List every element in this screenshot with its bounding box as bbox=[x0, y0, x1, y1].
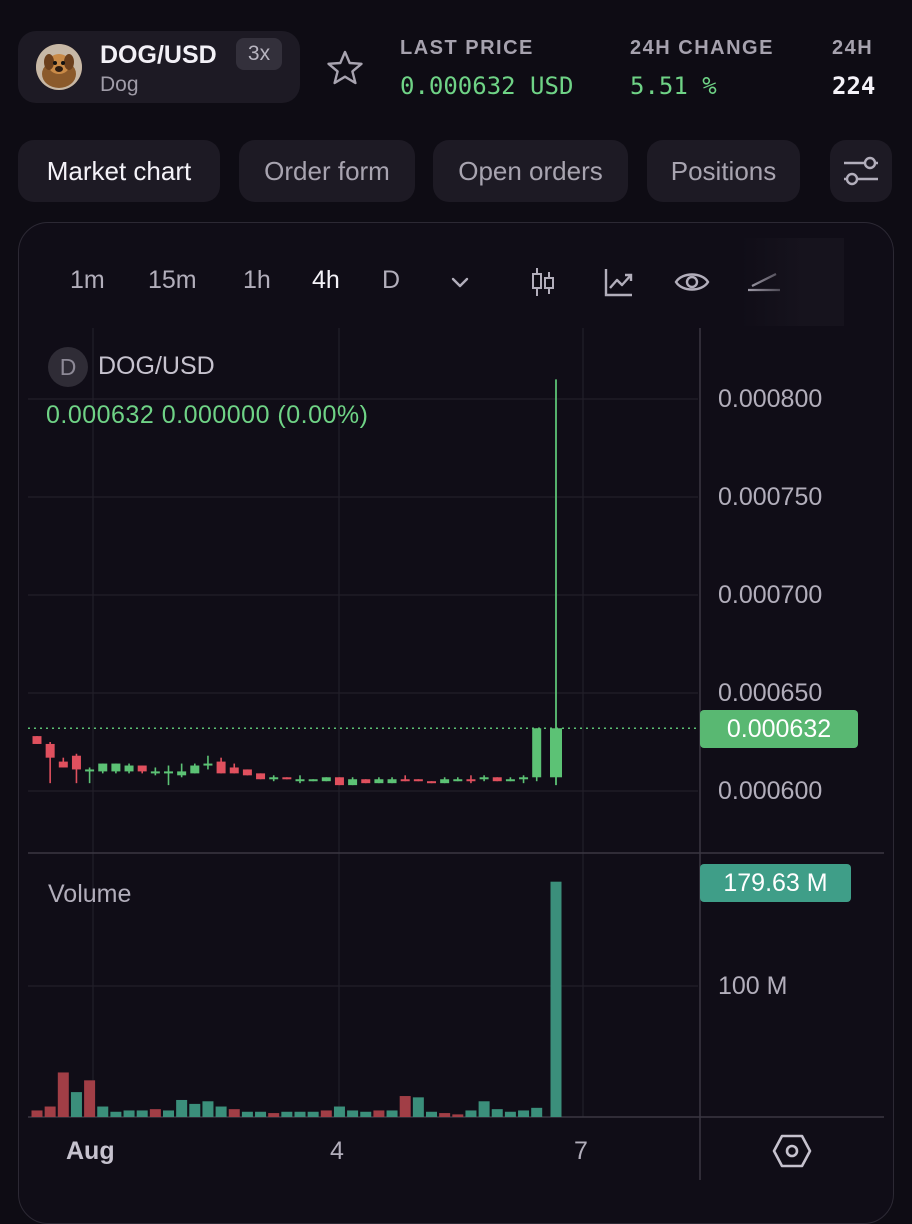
candle-body bbox=[32, 736, 42, 744]
price-axis-label: 0.000700 bbox=[718, 581, 823, 609]
price-axis-label: 0.000800 bbox=[718, 385, 823, 413]
volume-bar bbox=[268, 1113, 280, 1117]
volume-bar bbox=[44, 1106, 56, 1117]
volume-bar bbox=[399, 1096, 411, 1117]
candle-body bbox=[413, 779, 423, 782]
candle-body bbox=[505, 779, 515, 782]
candle-body bbox=[150, 771, 160, 774]
volume-bar bbox=[360, 1111, 372, 1117]
price-axis-label: 0.000750 bbox=[718, 483, 823, 511]
volume-bar bbox=[215, 1106, 227, 1117]
candle-body bbox=[532, 728, 542, 778]
candle-body bbox=[203, 763, 213, 766]
volume-bar bbox=[57, 1072, 69, 1117]
candle-body bbox=[269, 777, 279, 780]
candle-body bbox=[98, 763, 108, 772]
candle-body bbox=[321, 777, 331, 782]
candle-body bbox=[282, 777, 292, 780]
volume-bar bbox=[84, 1080, 96, 1117]
volume-bar bbox=[189, 1103, 201, 1117]
volume-bar bbox=[426, 1111, 437, 1117]
legend-symbol: DOG/USD bbox=[98, 352, 215, 380]
candle-body bbox=[427, 781, 436, 784]
candle-body bbox=[111, 763, 121, 772]
volume-bar bbox=[149, 1109, 161, 1117]
candle-body bbox=[85, 769, 95, 772]
volume-bar bbox=[465, 1110, 477, 1117]
current-price-tag: 0.000632 bbox=[700, 710, 858, 748]
candle-body bbox=[177, 771, 187, 776]
volume-bar bbox=[31, 1110, 43, 1117]
candle-body bbox=[440, 779, 450, 784]
volume-bar bbox=[452, 1114, 464, 1117]
volume-bar bbox=[228, 1109, 240, 1117]
volume-pane-label: Volume bbox=[48, 880, 132, 908]
volume-bar bbox=[373, 1110, 385, 1117]
candle-body bbox=[242, 769, 252, 776]
volume-bar bbox=[478, 1101, 490, 1117]
candle-body bbox=[190, 765, 200, 774]
volume-bar bbox=[241, 1111, 253, 1117]
candle-body bbox=[466, 779, 476, 782]
time-axis-label: 7 bbox=[574, 1137, 588, 1165]
volume-bar bbox=[123, 1110, 135, 1117]
candle-body bbox=[229, 767, 239, 774]
volume-bar bbox=[412, 1097, 424, 1117]
legend-ohlc-values: 0.000632 0.000000 (0.00%) bbox=[46, 401, 369, 429]
price-axis-label: 0.000650 bbox=[718, 679, 823, 707]
volume-bar bbox=[491, 1109, 503, 1117]
volume-bar bbox=[136, 1110, 148, 1117]
candle-body bbox=[124, 765, 134, 772]
candle-body bbox=[519, 777, 529, 780]
volume-bar bbox=[176, 1099, 188, 1117]
volume-bar bbox=[281, 1111, 293, 1117]
candle-body bbox=[164, 771, 173, 774]
candle-body bbox=[387, 779, 397, 784]
volume-bar bbox=[386, 1110, 398, 1117]
volume-bar bbox=[550, 881, 562, 1117]
candle-body bbox=[256, 773, 266, 780]
volume-bar bbox=[439, 1113, 451, 1117]
candle-body bbox=[216, 761, 226, 774]
volume-bar bbox=[255, 1111, 267, 1117]
candle-body bbox=[45, 743, 55, 758]
volume-bar bbox=[110, 1111, 122, 1117]
volume-bar bbox=[163, 1110, 174, 1117]
volume-bar bbox=[347, 1110, 359, 1117]
candle-body bbox=[308, 779, 318, 782]
candle-body bbox=[492, 777, 502, 782]
chart-settings-icon[interactable] bbox=[772, 1131, 812, 1171]
time-axis-label: 4 bbox=[330, 1137, 344, 1165]
candle-body bbox=[479, 777, 489, 780]
volume-bar bbox=[333, 1106, 345, 1117]
candle-body bbox=[374, 779, 384, 784]
candle-body bbox=[334, 777, 344, 786]
candle-body bbox=[295, 779, 305, 782]
volume-bar bbox=[531, 1107, 543, 1117]
volume-bar bbox=[97, 1106, 109, 1117]
candle-body bbox=[361, 779, 371, 784]
candle-body bbox=[453, 779, 463, 782]
volume-bar bbox=[70, 1092, 82, 1117]
volume-bar bbox=[504, 1111, 516, 1117]
volume-bar bbox=[320, 1110, 332, 1117]
volume-bar bbox=[294, 1111, 306, 1117]
volume-axis-label: 100 M bbox=[718, 972, 788, 1000]
volume-bar bbox=[518, 1110, 530, 1117]
symbol-logo-badge: D bbox=[48, 347, 88, 387]
candle-body bbox=[58, 761, 68, 768]
candle-body bbox=[400, 779, 410, 782]
candle-body bbox=[550, 728, 562, 778]
volume-bar bbox=[307, 1111, 319, 1117]
volume-bar bbox=[202, 1101, 214, 1117]
price-axis-label: 0.000600 bbox=[718, 777, 823, 805]
volume-last-tag: 179.63 M bbox=[700, 864, 851, 902]
time-axis-label: Aug bbox=[66, 1137, 115, 1165]
candle-body bbox=[71, 755, 81, 770]
candle-body bbox=[348, 779, 358, 786]
candle-body bbox=[137, 765, 147, 772]
